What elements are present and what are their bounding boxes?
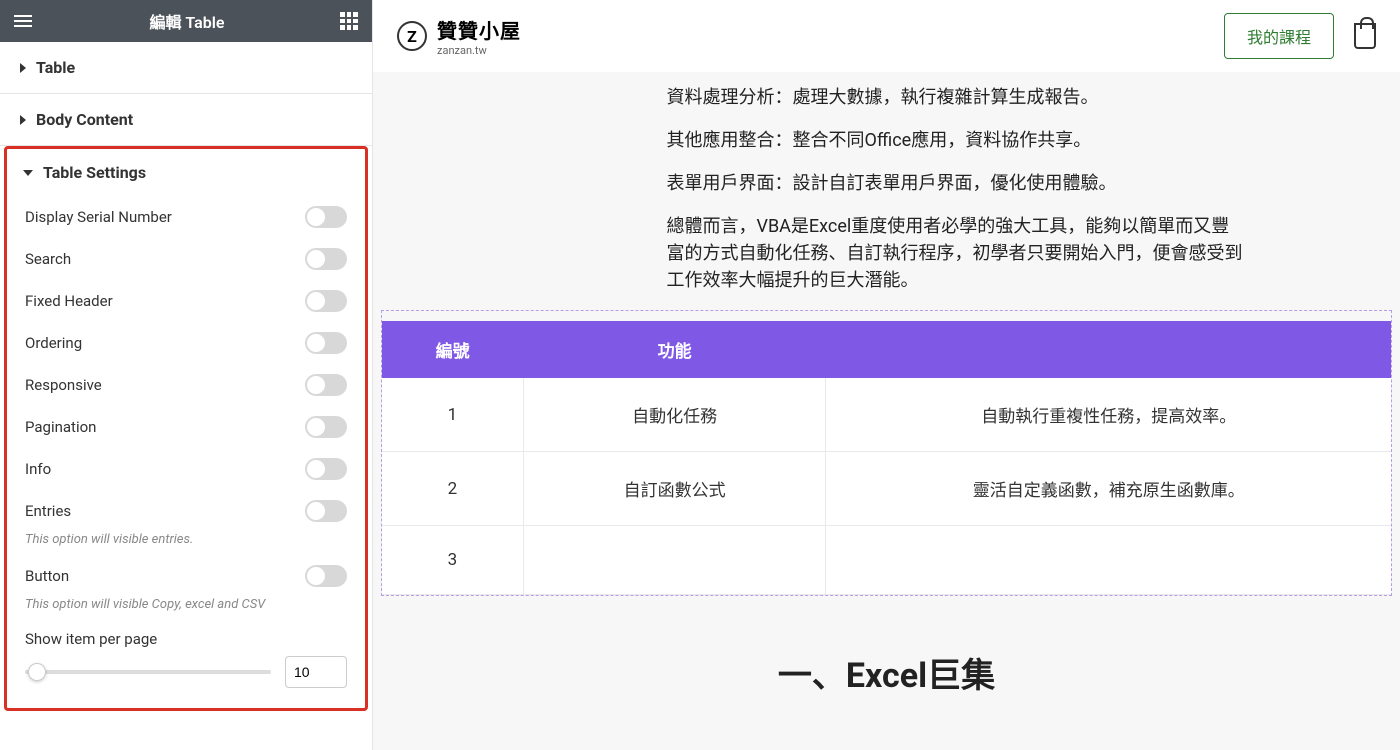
section-body-content[interactable]: Body Content	[0, 94, 372, 146]
toggle-ordering[interactable]	[305, 332, 347, 354]
cell-func: 自訂函數公式	[523, 452, 826, 526]
setting-search: Search	[7, 238, 365, 280]
cell-no: 2	[382, 452, 523, 526]
section-label: Table Settings	[43, 163, 146, 182]
setting-label: Search	[25, 250, 71, 268]
table-settings-panel: Table Settings Display Serial Number Sea…	[4, 146, 368, 711]
cell-func: 自動化任務	[523, 378, 826, 452]
table-row: 1 自動化任務 自動執行重複性任務，提高效率。	[382, 378, 1391, 452]
caret-right-icon	[20, 115, 26, 125]
caret-down-icon	[23, 170, 33, 176]
toggle-fixed-header[interactable]	[305, 290, 347, 312]
grid-icon[interactable]	[340, 12, 358, 30]
paragraph: 總體而言，VBA是Excel重度使用者必學的強大工具，能夠以簡單而又豐富的方式自…	[507, 213, 1267, 294]
brand-subtitle: zanzan.tw	[437, 44, 521, 57]
setting-info: Info	[7, 448, 365, 490]
setting-display-serial: Display Serial Number	[7, 196, 365, 238]
my-courses-button[interactable]: 我的課程	[1224, 13, 1334, 59]
setting-label: Display Serial Number	[25, 208, 172, 226]
setting-label: Fixed Header	[25, 292, 113, 310]
cell-func	[523, 526, 826, 595]
editor-sidebar: 編輯 Table Table Body Content Table Settin…	[0, 0, 373, 750]
setting-ordering: Ordering	[7, 322, 365, 364]
site-topbar: Z 贊贊小屋 zanzan.tw 我的課程	[373, 0, 1400, 72]
section-label: Body Content	[36, 110, 133, 129]
cell-desc: 靈活自定義函數，補充原生函數庫。	[826, 452, 1391, 526]
per-page-slider[interactable]	[25, 670, 271, 674]
section-heading: 一、Excel巨集	[373, 648, 1400, 697]
setting-entries: Entries	[7, 490, 365, 532]
brand[interactable]: Z 贊贊小屋 zanzan.tw	[397, 15, 521, 57]
brand-title: 贊贊小屋	[437, 15, 521, 44]
paragraph: 資料處理分析：處理大數據，執行複雜計算生成報告。	[507, 84, 1267, 111]
setting-label: Show item per page	[25, 630, 347, 648]
toggle-entries[interactable]	[305, 500, 347, 522]
section-table-settings[interactable]: Table Settings	[7, 149, 365, 196]
setting-label: Info	[25, 460, 51, 478]
setting-fixed-header: Fixed Header	[7, 280, 365, 322]
setting-label: Responsive	[25, 376, 102, 394]
toggle-info[interactable]	[305, 458, 347, 480]
toggle-responsive[interactable]	[305, 374, 347, 396]
sidebar-header: 編輯 Table	[0, 0, 372, 42]
toggle-button[interactable]	[305, 565, 347, 587]
table-row: 2 自訂函數公式 靈活自定義函數，補充原生函數庫。	[382, 452, 1391, 526]
setting-label: Pagination	[25, 418, 96, 436]
cell-no: 3	[382, 526, 523, 595]
table-widget[interactable]: 編號 功能 1 自動化任務 自動執行重複性任務，提高效率。 2 自訂函數公式 靈…	[381, 310, 1392, 596]
setting-responsive: Responsive	[7, 364, 365, 406]
button-help-text: This option will visible Copy, excel and…	[7, 597, 365, 620]
table-header-desc	[826, 321, 1391, 378]
slider-thumb[interactable]	[28, 663, 46, 681]
setting-pagination: Pagination	[7, 406, 365, 448]
setting-label: Entries	[25, 502, 71, 520]
toggle-pagination[interactable]	[305, 416, 347, 438]
cell-no: 1	[382, 378, 523, 452]
table-header-no: 編號	[382, 321, 523, 378]
section-label: Table	[36, 58, 75, 77]
setting-button: Button	[7, 555, 365, 597]
caret-right-icon	[20, 63, 26, 73]
per-page-input[interactable]	[285, 656, 347, 688]
entries-help-text: This option will visible entries.	[7, 532, 365, 555]
paragraph: 其他應用整合：整合不同Office應用，資料協作共享。	[507, 127, 1267, 154]
shopping-bag-icon[interactable]	[1354, 23, 1376, 49]
paragraph: 表單用戶界面：設計自訂表單用戶界面，優化使用體驗。	[507, 170, 1267, 197]
menu-icon[interactable]	[14, 11, 34, 31]
article-body: 資料處理分析：處理大數據，執行複雜計算生成報告。 其他應用整合：整合不同Offi…	[373, 72, 1400, 697]
setting-label: Button	[25, 567, 69, 585]
sidebar-title: 編輯 Table	[149, 9, 224, 33]
data-table: 編號 功能 1 自動化任務 自動執行重複性任務，提高效率。 2 自訂函數公式 靈…	[382, 321, 1391, 595]
toggle-display-serial[interactable]	[305, 206, 347, 228]
brand-logo-icon: Z	[397, 21, 427, 51]
cell-desc	[826, 526, 1391, 595]
setting-show-per-page: Show item per page	[7, 620, 365, 698]
table-header-func: 功能	[523, 321, 826, 378]
toggle-search[interactable]	[305, 248, 347, 270]
setting-label: Ordering	[25, 334, 82, 352]
table-row: 3	[382, 526, 1391, 595]
cell-desc: 自動執行重複性任務，提高效率。	[826, 378, 1391, 452]
section-table[interactable]: Table	[0, 42, 372, 94]
preview-content: Z 贊贊小屋 zanzan.tw 我的課程 資料處理分析：處理大數據，執行複雜計…	[373, 0, 1400, 750]
